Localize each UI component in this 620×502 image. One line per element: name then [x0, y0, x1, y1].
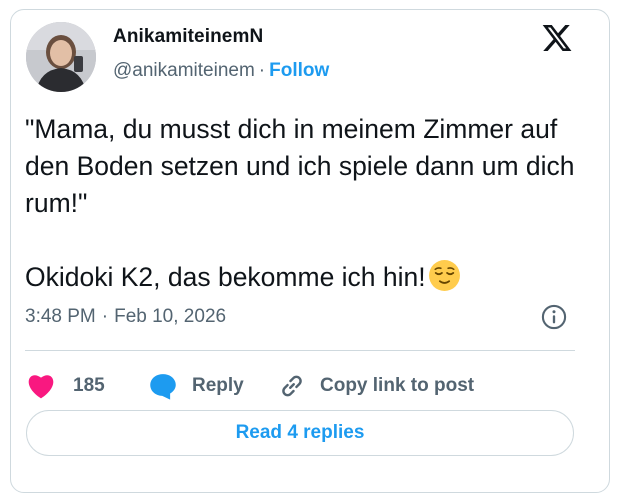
tweet-time: 3:48 PM — [25, 306, 96, 327]
like-count: 185 — [73, 375, 105, 396]
copy-link-button[interactable]: Copy link to post — [278, 366, 474, 406]
divider — [25, 350, 575, 351]
link-icon — [282, 375, 302, 397]
timestamp-separator: · — [101, 306, 109, 327]
handle-row: @anikamiteinem · Follow — [113, 60, 329, 82]
tweet-date: Feb 10, 2026 — [114, 306, 227, 327]
display-name[interactable]: AnikamiteinemN — [113, 26, 263, 48]
follow-link[interactable]: Follow — [269, 60, 329, 81]
reply-label: Reply — [192, 375, 244, 396]
avatar[interactable] — [26, 22, 96, 92]
reply-button[interactable]: Reply — [148, 366, 244, 406]
handle-separator: · — [258, 60, 266, 81]
like-button[interactable]: 185 — [27, 366, 105, 406]
timestamp[interactable]: 3:48 PM · Feb 10, 2026 — [25, 306, 226, 328]
heart-icon — [28, 375, 54, 399]
x-logo-icon[interactable] — [541, 22, 573, 54]
speech-bubble-icon — [150, 374, 176, 400]
handle[interactable]: @anikamiteinem — [113, 60, 255, 81]
info-icon[interactable] — [540, 303, 568, 331]
relieved-face-emoji-icon — [428, 259, 461, 302]
read-replies-label: Read 4 replies — [235, 422, 365, 443]
tweet-text: "Mama, du musst dich in meinem Zimmer au… — [25, 111, 585, 302]
tweet-body: "Mama, du musst dich in meinem Zimmer au… — [25, 114, 575, 292]
read-replies-button[interactable]: Read 4 replies — [26, 410, 574, 456]
copy-link-label: Copy link to post — [320, 375, 475, 396]
